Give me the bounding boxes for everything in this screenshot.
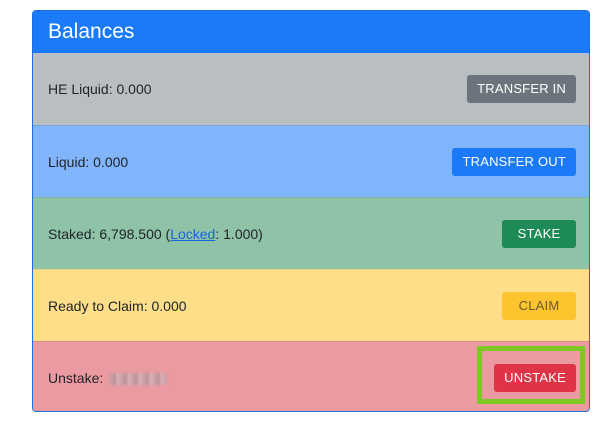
claim-balance: Ready to Claim: 0.000 xyxy=(48,297,187,314)
unstake-label: Unstake: xyxy=(48,369,104,386)
locked-link[interactable]: Locked xyxy=(170,226,215,242)
unstake-balance: Unstake: xyxy=(48,369,168,386)
transfer-out-button[interactable]: TRANSFER OUT xyxy=(452,147,576,176)
claim-row: Ready to Claim: 0.000 CLAIM xyxy=(33,269,589,341)
unstake-row: Unstake: UNSTAKE xyxy=(33,341,589,411)
staked-label-suffix: : 1.000) xyxy=(215,225,263,242)
he-liquid-row: HE Liquid: 0.000 TRANSFER IN xyxy=(33,53,589,125)
he-liquid-balance: HE Liquid: 0.000 xyxy=(48,81,152,97)
claim-button[interactable]: CLAIM xyxy=(502,291,576,320)
staked-balance: Staked: 6,798.500 (Locked: 1.000) xyxy=(48,226,263,242)
redacted-value xyxy=(109,372,168,385)
stake-button[interactable]: STAKE xyxy=(502,219,576,248)
liquid-balance: Liquid: 0.000 xyxy=(48,153,129,170)
staked-label-prefix: Staked: 6,798.500 ( xyxy=(48,225,171,242)
card-header: Balances xyxy=(33,11,589,53)
balances-card: Balances HE Liquid: 0.000 TRANSFER IN Li… xyxy=(32,10,590,412)
liquid-row: Liquid: 0.000 TRANSFER OUT xyxy=(33,125,589,197)
card-title: Balances xyxy=(48,20,135,43)
transfer-in-button[interactable]: TRANSFER IN xyxy=(467,75,576,103)
unstake-button[interactable]: UNSTAKE xyxy=(494,363,576,392)
staked-row: Staked: 6,798.500 (Locked: 1.000) STAKE xyxy=(33,197,589,269)
